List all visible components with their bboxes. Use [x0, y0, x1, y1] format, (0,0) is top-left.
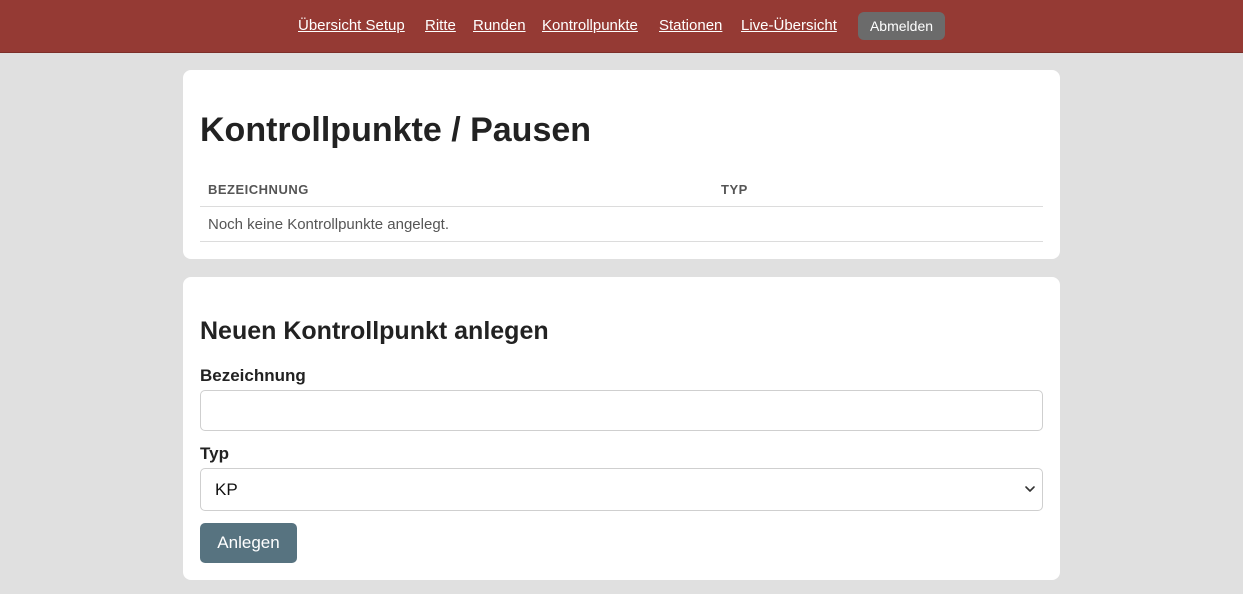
bezeichnung-label: Bezeichnung [200, 366, 306, 385]
page-title: Kontrollpunkte / Pausen [200, 111, 592, 149]
nav-link-ritte[interactable]: Ritte [425, 17, 456, 35]
table-header-divider [200, 206, 1043, 207]
empty-table-message: Noch keine Kontrollpunkte angelegt. [208, 216, 449, 233]
bezeichnung-input[interactable] [200, 390, 1043, 431]
new-checkpoint-form-card: Neuen Kontrollpunkt anlegen Bezeichnung … [183, 277, 1060, 580]
nav-link-kontrollpunkte[interactable]: Kontrollpunkte [542, 17, 638, 35]
column-header-typ: TYP [721, 182, 748, 197]
form-title: Neuen Kontrollpunkt anlegen [200, 317, 549, 345]
nav-link-stationen[interactable]: Stationen [659, 17, 722, 35]
nav-link-uebersicht-setup[interactable]: Übersicht Setup [298, 17, 405, 35]
typ-selected-value: KP [215, 480, 238, 499]
nav-link-runden[interactable]: Runden [473, 17, 526, 35]
logout-button[interactable]: Abmelden [858, 12, 945, 40]
table-row-divider [200, 241, 1043, 242]
top-navigation-bar: Übersicht Setup Ritte Runden Kontrollpun… [0, 0, 1243, 53]
chevron-down-icon [1025, 486, 1035, 492]
column-header-bezeichnung: BEZEICHNUNG [208, 182, 309, 197]
typ-select[interactable]: KP [200, 468, 1043, 511]
anlegen-button[interactable]: Anlegen [200, 523, 297, 563]
nav-link-live-uebersicht[interactable]: Live-Übersicht [741, 17, 837, 35]
checkpoint-list-card: Kontrollpunkte / Pausen BEZEICHNUNG TYP … [183, 70, 1060, 259]
typ-label: Typ [200, 444, 229, 463]
